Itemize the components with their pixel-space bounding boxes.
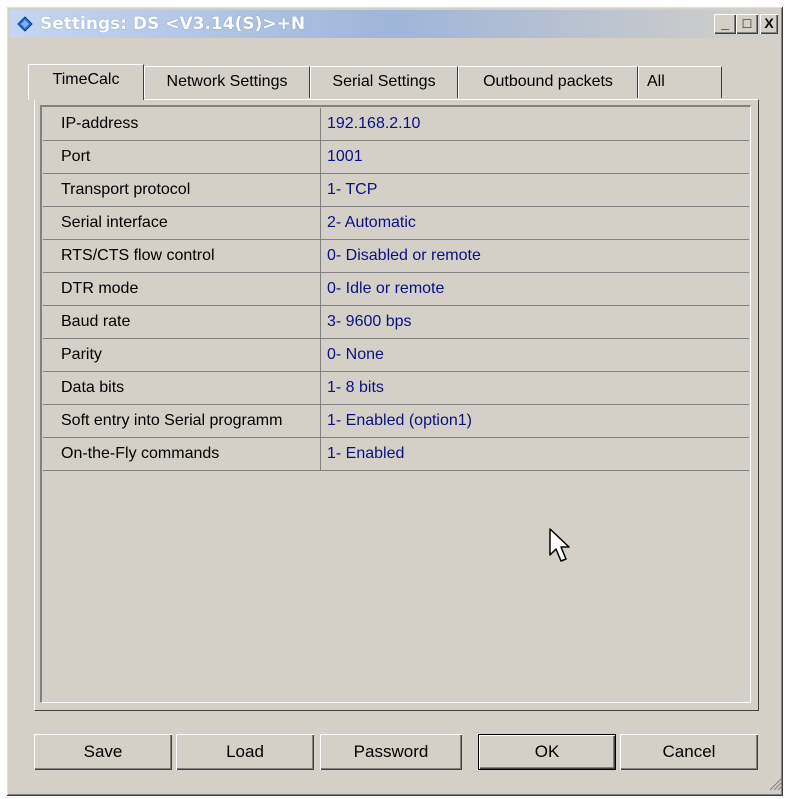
tab-label: All — [647, 73, 665, 90]
setting-value[interactable]: 1- Enabled — [327, 438, 747, 470]
setting-value[interactable]: 3- 9600 bps — [327, 306, 747, 338]
maximize-button[interactable]: □ — [736, 14, 758, 34]
password-button-label: Password — [353, 742, 429, 761]
setting-value[interactable]: 1- 8 bits — [327, 372, 747, 404]
settings-row[interactable]: Data bits 1- 8 bits — [43, 372, 749, 405]
tab-timecalc[interactable]: TimeCalc — [28, 64, 144, 100]
minimize-icon: _ — [721, 15, 729, 31]
setting-name: Parity — [43, 339, 321, 371]
tab-label: Serial Settings — [332, 73, 436, 90]
minimize-button[interactable]: _ — [714, 14, 736, 34]
tab-label: Network Settings — [166, 73, 288, 90]
settings-row[interactable]: Port 1001 — [43, 141, 749, 174]
password-button[interactable]: Password — [320, 734, 462, 770]
settings-row[interactable]: Transport protocol 1- TCP — [43, 174, 749, 207]
maximize-icon: □ — [742, 15, 752, 31]
ok-button-label: OK — [534, 742, 560, 761]
tab-serial-settings[interactable]: Serial Settings — [310, 66, 458, 98]
save-button[interactable]: Save — [34, 734, 172, 770]
cancel-button-label: Cancel — [662, 742, 716, 761]
setting-value[interactable]: 1- TCP — [327, 174, 747, 206]
close-icon: X — [764, 15, 774, 31]
load-button-label: Load — [226, 742, 264, 761]
setting-name: On-the-Fly commands — [43, 438, 321, 470]
setting-value[interactable]: 2- Automatic — [327, 207, 747, 239]
setting-name: DTR mode — [43, 273, 321, 305]
setting-name: Port — [43, 141, 321, 173]
tab-label: TimeCalc — [52, 71, 120, 88]
settings-row[interactable]: IP-address 192.168.2.10 — [43, 108, 749, 141]
close-button[interactable]: X — [760, 14, 778, 34]
tab-outbound-packets[interactable]: Outbound packets — [458, 66, 638, 98]
setting-value[interactable]: 0- None — [327, 339, 747, 371]
setting-name: IP-address — [43, 108, 321, 140]
settings-row[interactable]: DTR mode 0- Idle or remote — [43, 273, 749, 306]
settings-grid[interactable]: IP-address 192.168.2.10 Port 1001 Transp… — [43, 108, 749, 471]
setting-name: Transport protocol — [43, 174, 321, 206]
window-title: Settings: DS <V3.14(S)>+N — [40, 14, 306, 34]
setting-name: RTS/CTS flow control — [43, 240, 321, 272]
settings-row[interactable]: Soft entry into Serial programm 1- Enabl… — [43, 405, 749, 438]
setting-value[interactable]: 0- Disabled or remote — [327, 240, 747, 272]
setting-value[interactable]: 0- Idle or remote — [327, 273, 747, 305]
setting-value[interactable]: 1- Enabled (option1) — [327, 405, 747, 437]
app-icon — [17, 16, 33, 32]
resize-grip-icon[interactable] — [767, 775, 783, 791]
load-button[interactable]: Load — [176, 734, 314, 770]
tab-all[interactable]: All — [638, 66, 722, 98]
mouse-cursor-icon — [549, 528, 570, 562]
setting-name: Baud rate — [43, 306, 321, 338]
title-bar[interactable]: Settings: DS <V3.14(S)>+N _ □ X — [10, 10, 779, 38]
setting-value[interactable]: 192.168.2.10 — [327, 108, 747, 140]
setting-value[interactable]: 1001 — [327, 141, 747, 173]
tab-label: Outbound packets — [483, 73, 613, 90]
settings-row[interactable]: On-the-Fly commands 1- Enabled — [43, 438, 749, 471]
save-button-label: Save — [83, 742, 123, 761]
setting-name: Serial interface — [43, 207, 321, 239]
setting-name: Soft entry into Serial programm — [43, 405, 321, 437]
cancel-button[interactable]: Cancel — [620, 734, 758, 770]
settings-row[interactable]: Baud rate 3- 9600 bps — [43, 306, 749, 339]
settings-row[interactable]: Serial interface 2- Automatic — [43, 207, 749, 240]
settings-row[interactable]: Parity 0- None — [43, 339, 749, 372]
settings-row[interactable]: RTS/CTS flow control 0- Disabled or remo… — [43, 240, 749, 273]
tab-network-settings[interactable]: Network Settings — [144, 66, 310, 98]
setting-name: Data bits — [43, 372, 321, 404]
ok-button[interactable]: OK — [478, 734, 616, 770]
